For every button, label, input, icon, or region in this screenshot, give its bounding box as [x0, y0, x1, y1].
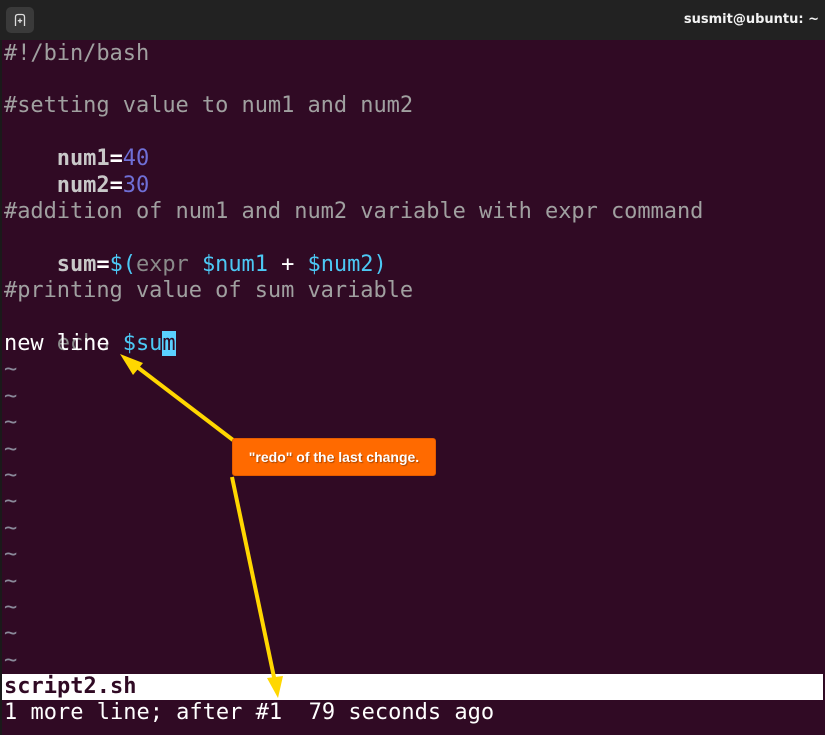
- new-tab-icon: [14, 13, 26, 26]
- empty-line-tilde: ~: [4, 568, 18, 594]
- command-line-message: 1 more line; after #1 79 seconds ago: [4, 700, 495, 725]
- subshell-open: $(: [109, 251, 136, 277]
- variable-ref: $su: [122, 330, 163, 356]
- empty-line-tilde: ~: [4, 594, 18, 620]
- subshell-close: ): [373, 251, 387, 277]
- empty-line-tilde: ~: [4, 383, 18, 409]
- code-line-new-line: new line: [4, 330, 110, 356]
- code-line-comment: #setting value to num1 and num2: [4, 93, 414, 119]
- code-line-comment: #addition of num1 and num2 variable with…: [4, 198, 704, 224]
- empty-line-tilde: ~: [4, 542, 18, 568]
- code-line-assign-num1: num1=40: [4, 120, 149, 171]
- code-line-sum-expr: sum=$(expr $num1 + $num2): [4, 225, 387, 277]
- empty-line-tilde: ~: [4, 515, 18, 541]
- empty-line-tilde: ~: [4, 357, 18, 383]
- empty-line-tilde: ~: [4, 410, 18, 436]
- terminal-body[interactable]: #!/bin/bash #setting value to num1 and n…: [0, 40, 825, 735]
- code-line-comment: #printing value of sum variable: [4, 278, 414, 304]
- code-line-echo: echo $sum: [4, 305, 176, 356]
- new-tab-button[interactable]: [6, 7, 34, 33]
- numeric-value: 30: [122, 172, 150, 198]
- annotation-callout: "redo" of the last change.: [232, 438, 436, 476]
- empty-line-tilde: ~: [4, 489, 18, 515]
- vim-statusline: script2.sh: [2, 674, 823, 700]
- file-name: script2.sh: [4, 674, 137, 699]
- command-name: expr: [135, 251, 202, 277]
- equals-sign: =: [109, 172, 123, 198]
- empty-line-tilde: ~: [4, 621, 18, 647]
- text-cursor: m: [162, 330, 176, 356]
- empty-line-tilde: ~: [4, 436, 18, 462]
- variable-ref: $num1: [201, 251, 268, 277]
- variable-name: sum: [56, 251, 97, 277]
- variable-name: num2: [56, 172, 110, 198]
- variable-ref: $num2: [307, 251, 374, 277]
- window-title: susmit@ubuntu: ~: [683, 12, 819, 27]
- empty-line-tilde: ~: [4, 462, 18, 488]
- terminal-titlebar: susmit@ubuntu: ~: [0, 0, 825, 41]
- operator: +: [267, 251, 308, 277]
- code-line-shebang: #!/bin/bash: [4, 40, 150, 66]
- code-line-assign-num2: num2=30: [4, 146, 149, 198]
- equals-sign: =: [96, 251, 110, 277]
- empty-line-tilde: ~: [4, 647, 18, 673]
